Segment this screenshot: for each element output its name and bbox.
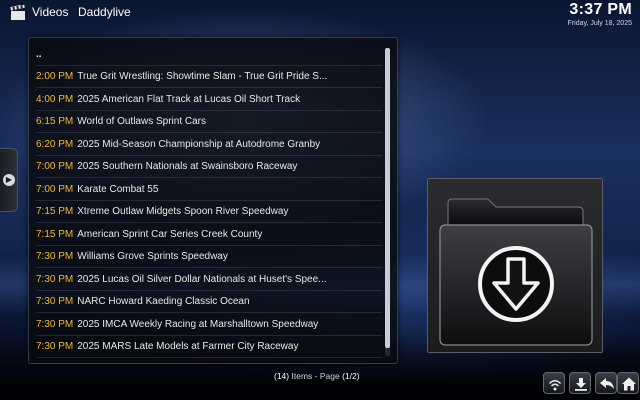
item-time: 7:15 PM bbox=[36, 206, 74, 217]
scrollbar-thumb[interactable] bbox=[385, 48, 390, 348]
download-button[interactable] bbox=[569, 372, 591, 394]
list-item[interactable]: 4:00 PM 2025 American Flat Track at Lucas… bbox=[36, 89, 382, 111]
wifi-button[interactable] bbox=[543, 372, 565, 394]
list-item-parent[interactable]: .. bbox=[36, 44, 382, 66]
home-button[interactable] bbox=[617, 372, 639, 394]
item-time: 7:00 PM bbox=[36, 161, 74, 172]
item-time: 7:30 PM bbox=[36, 273, 74, 285]
clock-date: Friday, July 18, 2025 bbox=[567, 20, 632, 27]
side-menu-tab[interactable]: ▶ bbox=[0, 148, 18, 212]
breadcrumb-section[interactable]: Videos bbox=[32, 5, 68, 19]
list-item[interactable]: 7:30 PM 2025 Lucas Oil Silver Dollar Nati… bbox=[36, 269, 382, 291]
list-item[interactable]: 7:30 PM Williams Grove Sprints Speedway bbox=[36, 246, 382, 268]
item-count: (14) bbox=[274, 371, 290, 381]
file-list: .. 2:00 PM True Grit Wrestling: Showtime … bbox=[28, 37, 398, 364]
item-title: 2025 MARS Late Models at Farmer City Rac… bbox=[77, 341, 299, 352]
page-indicator: (14) Items - Page (1/2) bbox=[274, 371, 360, 381]
parent-folder-label: .. bbox=[36, 49, 42, 60]
item-title: NARC Howard Kaeding Classic Ocean bbox=[77, 296, 250, 307]
item-time: 7:00 PM bbox=[36, 183, 74, 195]
item-time: 4:00 PM bbox=[36, 93, 74, 105]
list-item[interactable]: 7:30 PM 2025 IMCA Weekly Racing at Marsha… bbox=[36, 314, 382, 336]
item-time: 2:00 PM bbox=[36, 71, 74, 82]
list-item[interactable]: 7:15 PM American Sprint Car Series Creek … bbox=[36, 224, 382, 246]
item-title: World of Outlaws Sprint Cars bbox=[77, 116, 206, 127]
list-scrollbar[interactable] bbox=[385, 48, 390, 356]
film-clapper-icon bbox=[10, 5, 25, 20]
header: Videos Daddylive 3:37 PM Friday, July 18… bbox=[0, 0, 640, 30]
item-time: 7:15 PM bbox=[36, 228, 74, 240]
item-title: Williams Grove Sprints Speedway bbox=[77, 251, 228, 262]
page-number: (1/2) bbox=[342, 371, 360, 381]
item-time: 6:20 PM bbox=[36, 138, 74, 150]
item-time: 7:30 PM bbox=[36, 251, 74, 262]
item-title: 2025 Southern Nationals at Swainsboro Ra… bbox=[77, 161, 298, 172]
back-arrow-icon bbox=[600, 378, 614, 389]
list-item[interactable]: 6:15 PM World of Outlaws Sprint Cars bbox=[36, 111, 382, 133]
chevron-right-icon: ▶ bbox=[3, 174, 15, 186]
clock-time: 3:37 PM bbox=[569, 1, 632, 18]
folder-download-icon bbox=[439, 198, 593, 346]
item-time: 7:30 PM bbox=[36, 341, 74, 352]
list-item[interactable]: 7:00 PM Karate Combat 55 bbox=[36, 179, 382, 201]
breadcrumb-addon[interactable]: Daddylive bbox=[78, 5, 131, 19]
item-title: True Grit Wrestling: Showtime Slam - Tru… bbox=[77, 71, 328, 82]
item-title: American Sprint Car Series Creek County bbox=[77, 228, 263, 240]
item-title: 2025 IMCA Weekly Racing at Marshalltown … bbox=[77, 318, 319, 330]
item-title: Karate Combat 55 bbox=[77, 183, 159, 195]
item-time: 6:15 PM bbox=[36, 116, 74, 127]
folder-thumbnail bbox=[427, 178, 603, 353]
wifi-icon bbox=[548, 380, 562, 391]
list-item[interactable]: 7:30 PM 2025 MARS Late Models at Farmer C… bbox=[36, 336, 382, 358]
clock: 3:37 PM Friday, July 18, 2025 bbox=[568, 1, 632, 27]
item-time: 7:30 PM bbox=[36, 318, 74, 330]
item-title: Xtreme Outlaw Midgets Spoon River Speedw… bbox=[77, 206, 289, 217]
items-page-label: Items - Page bbox=[291, 371, 340, 381]
download-icon bbox=[575, 378, 587, 391]
list-item[interactable]: 7:00 PM 2025 Southern Nationals at Swains… bbox=[36, 156, 382, 178]
item-time: 7:30 PM bbox=[36, 296, 74, 307]
list-item[interactable]: 6:20 PM 2025 Mid-Season Championship at A… bbox=[36, 134, 382, 156]
item-title: 2025 Mid-Season Championship at Autodrom… bbox=[77, 138, 321, 150]
list-item[interactable]: 7:30 PM NARC Howard Kaeding Classic Ocean bbox=[36, 291, 382, 313]
item-title: 2025 American Flat Track at Lucas Oil Sh… bbox=[77, 93, 301, 105]
back-button[interactable] bbox=[595, 372, 617, 394]
list-item[interactable]: 7:15 PM Xtreme Outlaw Midgets Spoon River… bbox=[36, 201, 382, 223]
list-item[interactable]: 2:00 PM True Grit Wrestling: Showtime Sla… bbox=[36, 66, 382, 88]
home-icon bbox=[622, 377, 636, 391]
item-title: 2025 Lucas Oil Silver Dollar Nationals a… bbox=[77, 273, 327, 285]
